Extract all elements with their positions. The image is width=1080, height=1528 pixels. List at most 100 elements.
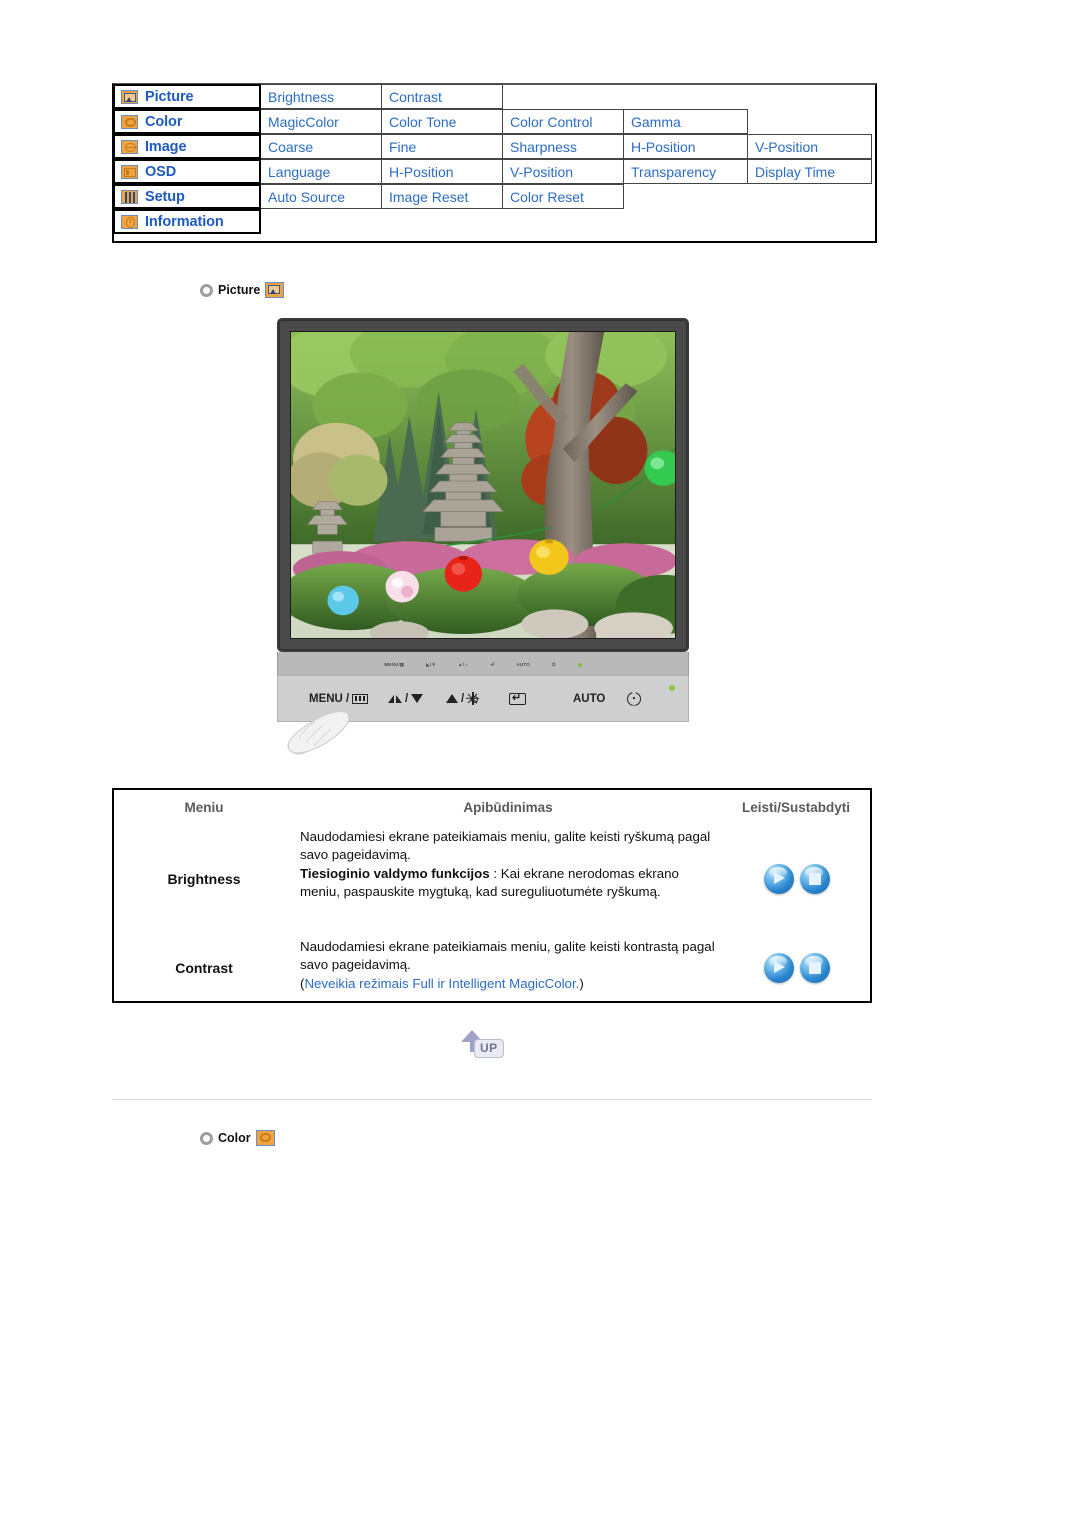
menu-map-row: Setup Auto Source Image Reset Color Rese… [113, 184, 875, 210]
menu-category-setup[interactable]: Setup [113, 184, 261, 209]
menu-button-label: MENU / [309, 692, 350, 705]
section-divider [112, 1099, 872, 1100]
separator-label: / [405, 692, 409, 705]
menu-category-label: Color [145, 113, 183, 130]
menu-category-label: Setup [145, 188, 185, 205]
menu-category-picture[interactable]: Picture [113, 84, 261, 109]
chevron-up-icon [446, 694, 458, 703]
color-palette-icon [121, 114, 138, 129]
auto-button-label: AUTO [573, 692, 606, 705]
power-indicator-led [669, 685, 675, 691]
picture-icon [121, 89, 138, 104]
bezel-mini-label: ⏻ [551, 662, 556, 667]
table-row: Brightness Naudodamiesi ekrane pateikiam… [114, 824, 870, 934]
stop-button[interactable] [800, 864, 830, 894]
menu-item[interactable]: V-Position [502, 159, 624, 184]
garden-photo [291, 332, 675, 638]
menu-item[interactable]: Color Tone [381, 109, 503, 134]
menu-category-color[interactable]: Color [113, 109, 261, 134]
row-description: Naudodamiesi ekrane pateikiamais meniu, … [294, 934, 722, 1002]
menu-button[interactable]: MENU / [309, 692, 369, 705]
row-menu-name: Contrast [175, 960, 233, 976]
row-play-stop-buttons [722, 824, 870, 934]
menu-item[interactable]: V-Position [747, 134, 872, 159]
menu-item[interactable]: H-Position [381, 159, 503, 184]
menu-item[interactable]: MagicColor [260, 109, 382, 134]
osd-icon [121, 164, 138, 179]
menu-category-image[interactable]: Image [113, 134, 261, 159]
column-header-description: Apibūdinimas [463, 799, 553, 815]
color-palette-icon [255, 1130, 275, 1146]
menu-map-row: Image Coarse Fine Sharpness H-Position V… [113, 134, 875, 160]
menu-category-label: OSD [145, 163, 177, 180]
section-title: Color [218, 1131, 251, 1145]
menu-bars-icon [352, 693, 369, 704]
description-line: Naudodamiesi ekrane pateikiamais meniu, … [300, 939, 715, 973]
direct-control-label: Tiesioginio valdymo funkcijos [300, 865, 490, 881]
pointing-hand-illustration [285, 708, 357, 760]
row-menu-name: Brightness [167, 871, 241, 887]
menu-category-label: Picture [145, 88, 194, 105]
power-led-icon [577, 662, 582, 667]
power-button[interactable] [627, 691, 641, 706]
bezel-mini-label: ▲/☼ [458, 662, 469, 667]
information-icon [121, 214, 138, 229]
setup-sliders-icon [121, 189, 138, 204]
menu-item[interactable]: H-Position [623, 134, 748, 159]
menu-map-row: OSD Language H-Position V-Position Trans… [113, 159, 875, 185]
monitor-bezel [277, 318, 689, 652]
brightness-sun-icon [466, 693, 480, 705]
section-header-color: Color [200, 1130, 275, 1146]
stop-button[interactable] [800, 953, 830, 983]
power-icon [627, 691, 641, 706]
bullet-ring-icon [200, 1131, 213, 1145]
menu-item[interactable]: Gamma [623, 109, 748, 134]
column-header-menu: Meniu [184, 799, 224, 815]
monitor-illustration: MENU/▥ ◣/▼ ▲/☼ ⏎ AUTO ⏻ MENU / / / AU [277, 318, 691, 755]
menu-item[interactable]: Transparency [623, 159, 748, 184]
menu-description-table: Meniu Apibūdinimas Leisti/Sustabdyti Bri… [112, 788, 872, 1003]
menu-map-row: Picture Brightness Contrast [113, 84, 875, 110]
bezel-mini-label: ◣/▼ [426, 661, 437, 667]
enter-icon [509, 691, 526, 705]
scroll-to-top-button[interactable]: UP [459, 1030, 509, 1062]
enter-button[interactable] [509, 691, 526, 705]
menu-item[interactable]: Auto Source [260, 184, 382, 209]
menu-category-information[interactable]: Information [113, 209, 261, 234]
menu-item[interactable]: Color Reset [502, 184, 624, 209]
menu-item[interactable]: Language [260, 159, 382, 184]
magicbright-icon [388, 694, 402, 703]
menu-category-osd[interactable]: OSD [113, 159, 261, 184]
chevron-down-icon [411, 694, 424, 703]
bezel-mini-label: ⏎ [490, 661, 495, 667]
bullet-ring-icon [200, 283, 213, 297]
menu-item[interactable]: Display Time [747, 159, 872, 184]
auto-button[interactable]: AUTO [573, 693, 605, 705]
column-header-play-stop: Leisti/Sustabdyti [741, 799, 851, 815]
menu-item[interactable]: Coarse [260, 134, 382, 159]
play-button[interactable] [764, 953, 794, 983]
image-icon [121, 139, 138, 154]
row-description: Naudodamiesi ekrane pateikiamais meniu, … [294, 824, 722, 934]
menu-map-row: Color MagicColor Color Tone Color Contro… [113, 109, 875, 135]
menu-item[interactable]: Contrast [381, 84, 503, 109]
menu-item[interactable]: Sharpness [502, 134, 624, 159]
play-button[interactable] [764, 864, 794, 894]
section-header-picture: Picture [200, 282, 285, 298]
table-header-row: Meniu Apibūdinimas Leisti/Sustabdyti [114, 790, 870, 824]
osd-menu-map-table: Picture Brightness Contrast Color MagicC… [112, 83, 877, 243]
row-play-stop-buttons [722, 934, 870, 1002]
menu-item[interactable]: Color Control [502, 109, 624, 134]
up-button-label: UP [474, 1039, 504, 1058]
menu-item[interactable]: Brightness [260, 84, 382, 109]
picture-icon [265, 282, 285, 298]
magicbright-down-button[interactable]: / [388, 692, 424, 705]
section-title: Picture [218, 283, 261, 297]
menu-item[interactable]: Image Reset [381, 184, 503, 209]
paren-close: ) [579, 975, 584, 991]
menu-item[interactable]: Fine [381, 134, 503, 159]
monitor-screen [290, 331, 676, 639]
brightness-up-button[interactable]: / [446, 693, 480, 705]
table-row: Contrast Naudodamiesi ekrane pateikiamai… [114, 934, 870, 1002]
menu-map-row: Information [113, 209, 875, 234]
